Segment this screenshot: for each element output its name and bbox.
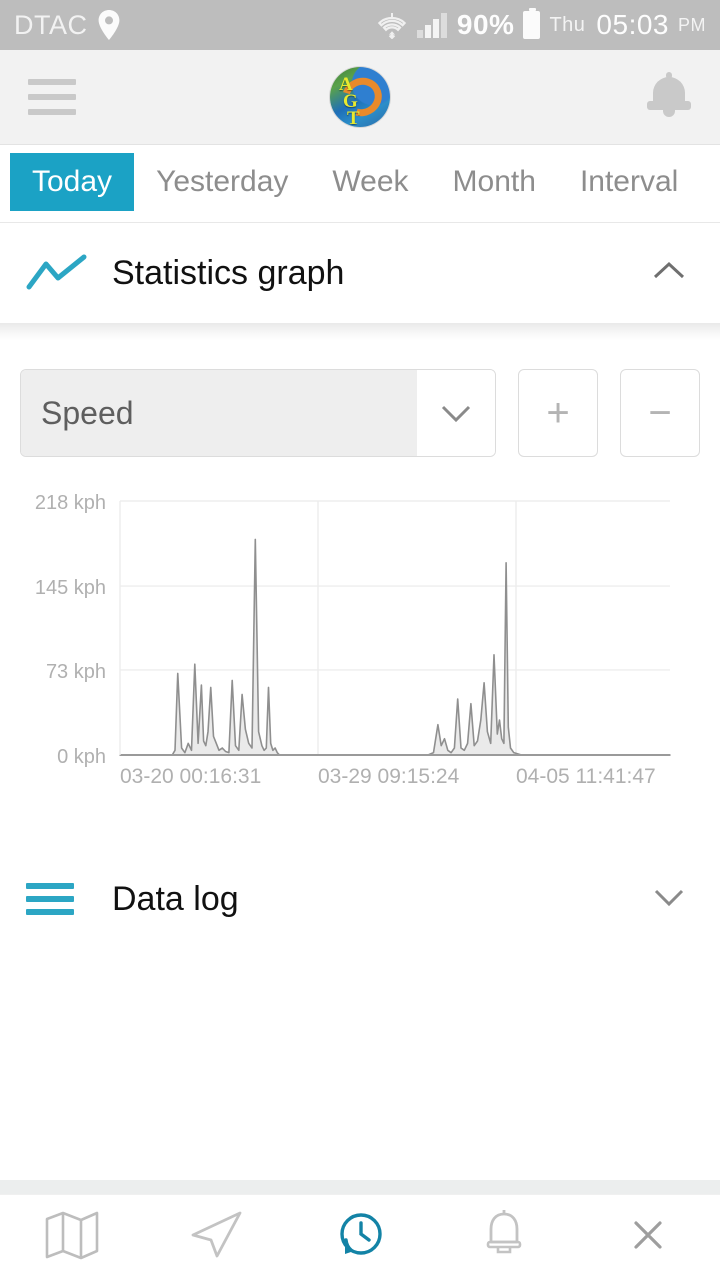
bell-skirt [647, 101, 691, 110]
data-log-header[interactable]: Data log [0, 849, 720, 949]
hamburger-bar [28, 94, 76, 100]
battery-percent-label: 90% [456, 9, 515, 40]
list-icon [26, 883, 112, 915]
zoom-out-button[interactable]: − [620, 369, 700, 457]
bell-icon[interactable] [646, 71, 692, 123]
status-bar: DTAC 90% Thu 05:03 PM [0, 0, 720, 50]
bottom-navigation [0, 1194, 720, 1280]
chart-series-line [119, 538, 671, 756]
metric-select-value: Speed [21, 370, 417, 456]
y-axis-tick-label: 218 kph [35, 492, 106, 514]
metric-select[interactable]: Speed [20, 369, 496, 457]
data-log-title: Data log [112, 879, 239, 918]
navigation-arrow-icon [187, 1209, 245, 1266]
wifi-icon [377, 11, 407, 39]
chevron-down-icon[interactable] [652, 884, 694, 914]
hamburger-menu-icon[interactable] [28, 79, 76, 115]
bell-icon [480, 1208, 528, 1267]
chevron-down-icon [417, 370, 495, 456]
list-icon-bar [26, 896, 74, 902]
app-root: DTAC 90% Thu 05:03 PM A G T Today Yester… [0, 0, 720, 1280]
statistics-graph-title: Statistics graph [112, 253, 345, 292]
chart-controls: Speed + − [0, 341, 720, 457]
cell-signal-icon [416, 11, 448, 39]
statistics-graph-header[interactable]: Statistics graph [0, 223, 720, 323]
tab-yesterday[interactable]: Yesterday [134, 153, 310, 211]
bell-clapper [663, 110, 675, 117]
nav-history-button[interactable] [305, 1207, 415, 1268]
clock-time: 05:03 [596, 9, 669, 40]
map-icon [44, 1209, 100, 1266]
app-bar: A G T [0, 50, 720, 145]
logo-letter: T [347, 108, 360, 127]
x-axis-tick-label: 03-29 09:15:24 [318, 765, 460, 788]
nav-close-button[interactable] [593, 1215, 703, 1260]
y-axis-tick-label: 0 kph [57, 746, 106, 768]
nav-map-button[interactable] [17, 1209, 127, 1266]
section-divider [0, 323, 720, 341]
list-icon-bars [26, 883, 74, 915]
period-tabs: Today Yesterday Week Month Interval [0, 145, 720, 223]
bottom-nav-shade [0, 1180, 720, 1194]
hamburger-bar [28, 109, 76, 115]
app-logo[interactable]: A G T [330, 67, 390, 127]
hamburger-bar [28, 79, 76, 85]
speed-chart-svg: 0 kph 73 kph 145 kph 218 kph 03-20 00:16:31 0… [35, 492, 671, 788]
tab-month[interactable]: Month [431, 153, 558, 211]
x-axis-tick-label: 03-20 00:16:31 [120, 765, 261, 788]
zoom-in-button[interactable]: + [518, 369, 598, 457]
speed-chart[interactable]: 0 kph 73 kph 145 kph 218 kph 03-20 00:16:31 0… [0, 483, 720, 793]
battery-icon [523, 8, 541, 39]
y-axis-tick-label: 73 kph [46, 661, 106, 683]
location-pin-icon [98, 10, 120, 40]
y-axis-tick-label: 145 kph [35, 577, 106, 599]
status-indicators: 90% Thu 05:03 PM [377, 8, 706, 41]
carrier-label: DTAC [14, 9, 88, 40]
day-label: Thu [549, 13, 586, 36]
list-icon-bar [26, 909, 74, 915]
line-chart-icon [26, 254, 112, 292]
logo-text: A G T [330, 67, 390, 127]
history-clock-icon [332, 1207, 388, 1268]
tab-today[interactable]: Today [10, 153, 135, 211]
list-icon-bar [26, 883, 74, 889]
tab-week[interactable]: Week [310, 153, 430, 211]
nav-alerts-button[interactable] [449, 1208, 559, 1267]
tab-interval[interactable]: Interval [558, 153, 700, 211]
clock-ampm: PM [678, 14, 706, 35]
chevron-up-icon[interactable] [652, 258, 694, 288]
close-x-icon [628, 1215, 668, 1260]
nav-track-button[interactable] [161, 1209, 271, 1266]
x-axis-tick-label: 04-05 11:41:47 [516, 765, 656, 788]
